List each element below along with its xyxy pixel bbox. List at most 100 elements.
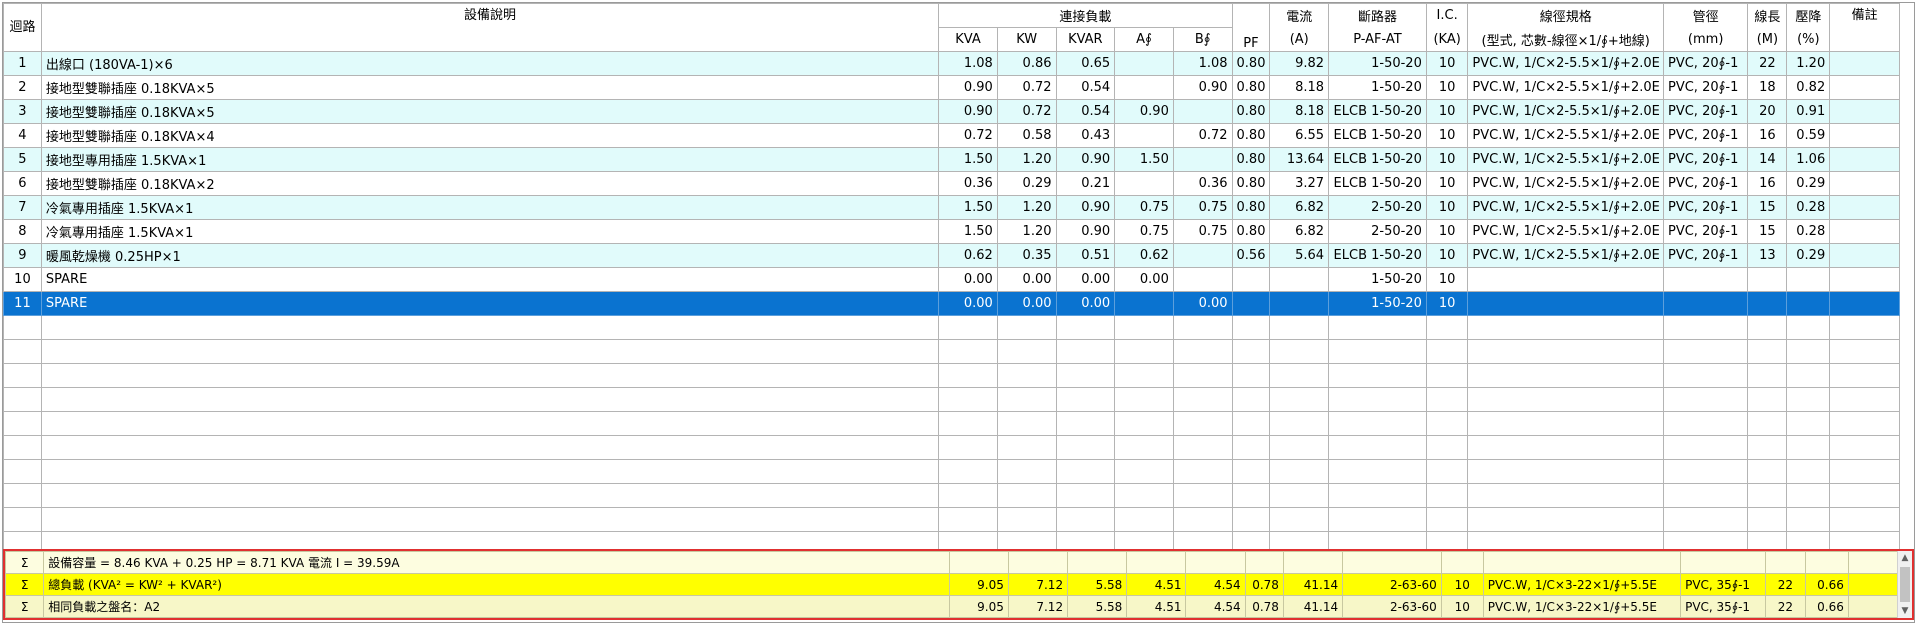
empty-cell[interactable] (1055, 315, 1116, 340)
cell-a-phase[interactable] (1114, 75, 1174, 100)
empty-cell[interactable] (1231, 387, 1271, 412)
cell-b-phase[interactable]: 0.36 (1172, 171, 1233, 196)
empty-cell[interactable] (996, 411, 1057, 436)
empty-cell[interactable] (1425, 483, 1469, 508)
cell-wire[interactable]: PVC.W, 1/C×2-5.5×1/∮+2.0E (1467, 75, 1664, 100)
cell-remark[interactable] (1829, 219, 1900, 244)
empty-cell[interactable] (1786, 459, 1831, 484)
cell-circuit[interactable]: 11 (3, 291, 42, 316)
empty-cell[interactable] (1662, 315, 1749, 340)
empty-cell[interactable] (1172, 315, 1233, 340)
cell-description[interactable]: 接地型雙聯插座 0.18KVA×4 (40, 123, 940, 148)
header-length[interactable]: 線長 (1747, 3, 1788, 28)
empty-cell[interactable] (996, 387, 1057, 412)
summary-row[interactable]: Σ 總負載 (KVA² = KW² + KVAR²) 9.05 7.12 5.58 4.5… (5, 573, 1903, 596)
cell-kw[interactable]: 1.20 (996, 195, 1057, 220)
empty-cell[interactable] (1747, 459, 1788, 484)
cell-wire[interactable]: PVC.W, 1/C×2-5.5×1/∮+2.0E (1467, 123, 1664, 148)
empty-cell[interactable] (1328, 459, 1427, 484)
empty-cell[interactable] (1328, 363, 1427, 388)
empty-cell[interactable] (1269, 459, 1330, 484)
table-row[interactable]: 5 接地型專用插座 1.5KVA×1 1.50 1.20 0.90 1.50 0.80 13.… (3, 147, 1900, 172)
empty-cell[interactable] (1328, 339, 1427, 364)
cell-kva[interactable]: 1.50 (938, 147, 998, 172)
empty-cell[interactable] (40, 339, 940, 364)
empty-cell[interactable] (1269, 387, 1330, 412)
cell-ic[interactable]: 10 (1425, 123, 1469, 148)
cell-current[interactable]: 6.55 (1269, 123, 1330, 148)
cell-pf[interactable] (1231, 291, 1271, 316)
empty-cell[interactable] (3, 387, 42, 412)
cell-ic[interactable]: 10 (1425, 243, 1469, 268)
cell-kw[interactable]: 1.20 (996, 219, 1057, 244)
empty-cell[interactable] (1231, 435, 1271, 460)
cell-ic[interactable]: 10 (1425, 219, 1469, 244)
empty-cell[interactable] (1747, 483, 1788, 508)
empty-table-row[interactable] (3, 483, 1900, 508)
cell-breaker[interactable]: 1-50-20 (1328, 51, 1427, 76)
cell-remark[interactable] (1829, 123, 1900, 148)
empty-cell[interactable] (1467, 315, 1664, 340)
empty-cell[interactable] (996, 315, 1057, 340)
empty-cell[interactable] (1786, 363, 1831, 388)
empty-cell[interactable] (996, 339, 1057, 364)
cell-wire[interactable] (1467, 291, 1664, 316)
cell-kva[interactable]: 0.90 (938, 99, 998, 124)
cell-length[interactable]: 16 (1747, 171, 1788, 196)
cell-description[interactable]: SPARE (40, 291, 940, 316)
cell-description[interactable]: 冷氣專用插座 1.5KVA×1 (40, 195, 940, 220)
cell-pf[interactable]: 0.80 (1231, 51, 1271, 76)
empty-cell[interactable] (1467, 363, 1664, 388)
cell-remark[interactable] (1829, 291, 1900, 316)
cell-circuit[interactable]: 10 (3, 267, 42, 292)
cell-wire[interactable] (1467, 267, 1664, 292)
empty-cell[interactable] (3, 339, 42, 364)
cell-length[interactable] (1747, 267, 1788, 292)
empty-cell[interactable] (1829, 459, 1900, 484)
empty-cell[interactable] (1328, 435, 1427, 460)
empty-cell[interactable] (938, 363, 998, 388)
header-kvar[interactable]: KVAR (1055, 27, 1116, 52)
empty-cell[interactable] (1829, 315, 1900, 340)
cell-vdrop[interactable]: 0.59 (1786, 123, 1831, 148)
cell-current[interactable]: 3.27 (1269, 171, 1330, 196)
cell-kvar[interactable]: 0.51 (1055, 243, 1116, 268)
empty-cell[interactable] (1467, 483, 1664, 508)
header-breaker[interactable]: 斷路器 (1328, 3, 1427, 28)
cell-ic[interactable]: 10 (1425, 99, 1469, 124)
empty-cell[interactable] (1269, 483, 1330, 508)
empty-cell[interactable] (1055, 435, 1116, 460)
cell-kw[interactable]: 1.20 (996, 147, 1057, 172)
cell-circuit[interactable]: 8 (3, 219, 42, 244)
cell-vdrop[interactable]: 0.82 (1786, 75, 1831, 100)
cell-pf[interactable]: 0.56 (1231, 243, 1271, 268)
cell-length[interactable]: 15 (1747, 219, 1788, 244)
empty-cell[interactable] (1231, 507, 1271, 532)
cell-description[interactable]: SPARE (40, 267, 940, 292)
cell-b-phase[interactable] (1172, 267, 1233, 292)
empty-cell[interactable] (1231, 339, 1271, 364)
header-wire[interactable]: 線徑規格 (1467, 3, 1664, 28)
summary-row[interactable]: Σ 相同負載之盤名：A2 9.05 7.12 5.58 4.51 4.54 0.78 41.14… (5, 595, 1903, 618)
empty-cell[interactable] (1662, 507, 1749, 532)
cell-remark[interactable] (1829, 99, 1900, 124)
empty-cell[interactable] (1055, 507, 1116, 532)
empty-cell[interactable] (1747, 315, 1788, 340)
empty-cell[interactable] (1747, 507, 1788, 532)
cell-remark[interactable] (1829, 75, 1900, 100)
cell-vdrop[interactable]: 0.28 (1786, 195, 1831, 220)
empty-cell[interactable] (938, 435, 998, 460)
cell-pf[interactable] (1231, 267, 1271, 292)
empty-cell[interactable] (996, 363, 1057, 388)
cell-b-phase[interactable]: 0.75 (1172, 219, 1233, 244)
cell-current[interactable]: 9.82 (1269, 51, 1330, 76)
cell-b-phase[interactable]: 0.00 (1172, 291, 1233, 316)
empty-cell[interactable] (1055, 459, 1116, 484)
cell-a-phase[interactable]: 0.62 (1114, 243, 1174, 268)
empty-cell[interactable] (938, 339, 998, 364)
empty-cell[interactable] (1269, 315, 1330, 340)
cell-wire[interactable]: PVC.W, 1/C×2-5.5×1/∮+2.0E (1467, 99, 1664, 124)
table-row[interactable]: 1 出線口 (180VA-1)×6 1.08 0.86 0.65 1.08 0.80 9.82… (3, 51, 1900, 76)
cell-kvar[interactable]: 0.90 (1055, 219, 1116, 244)
cell-conduit[interactable]: PVC, 20∮-1 (1662, 195, 1749, 220)
